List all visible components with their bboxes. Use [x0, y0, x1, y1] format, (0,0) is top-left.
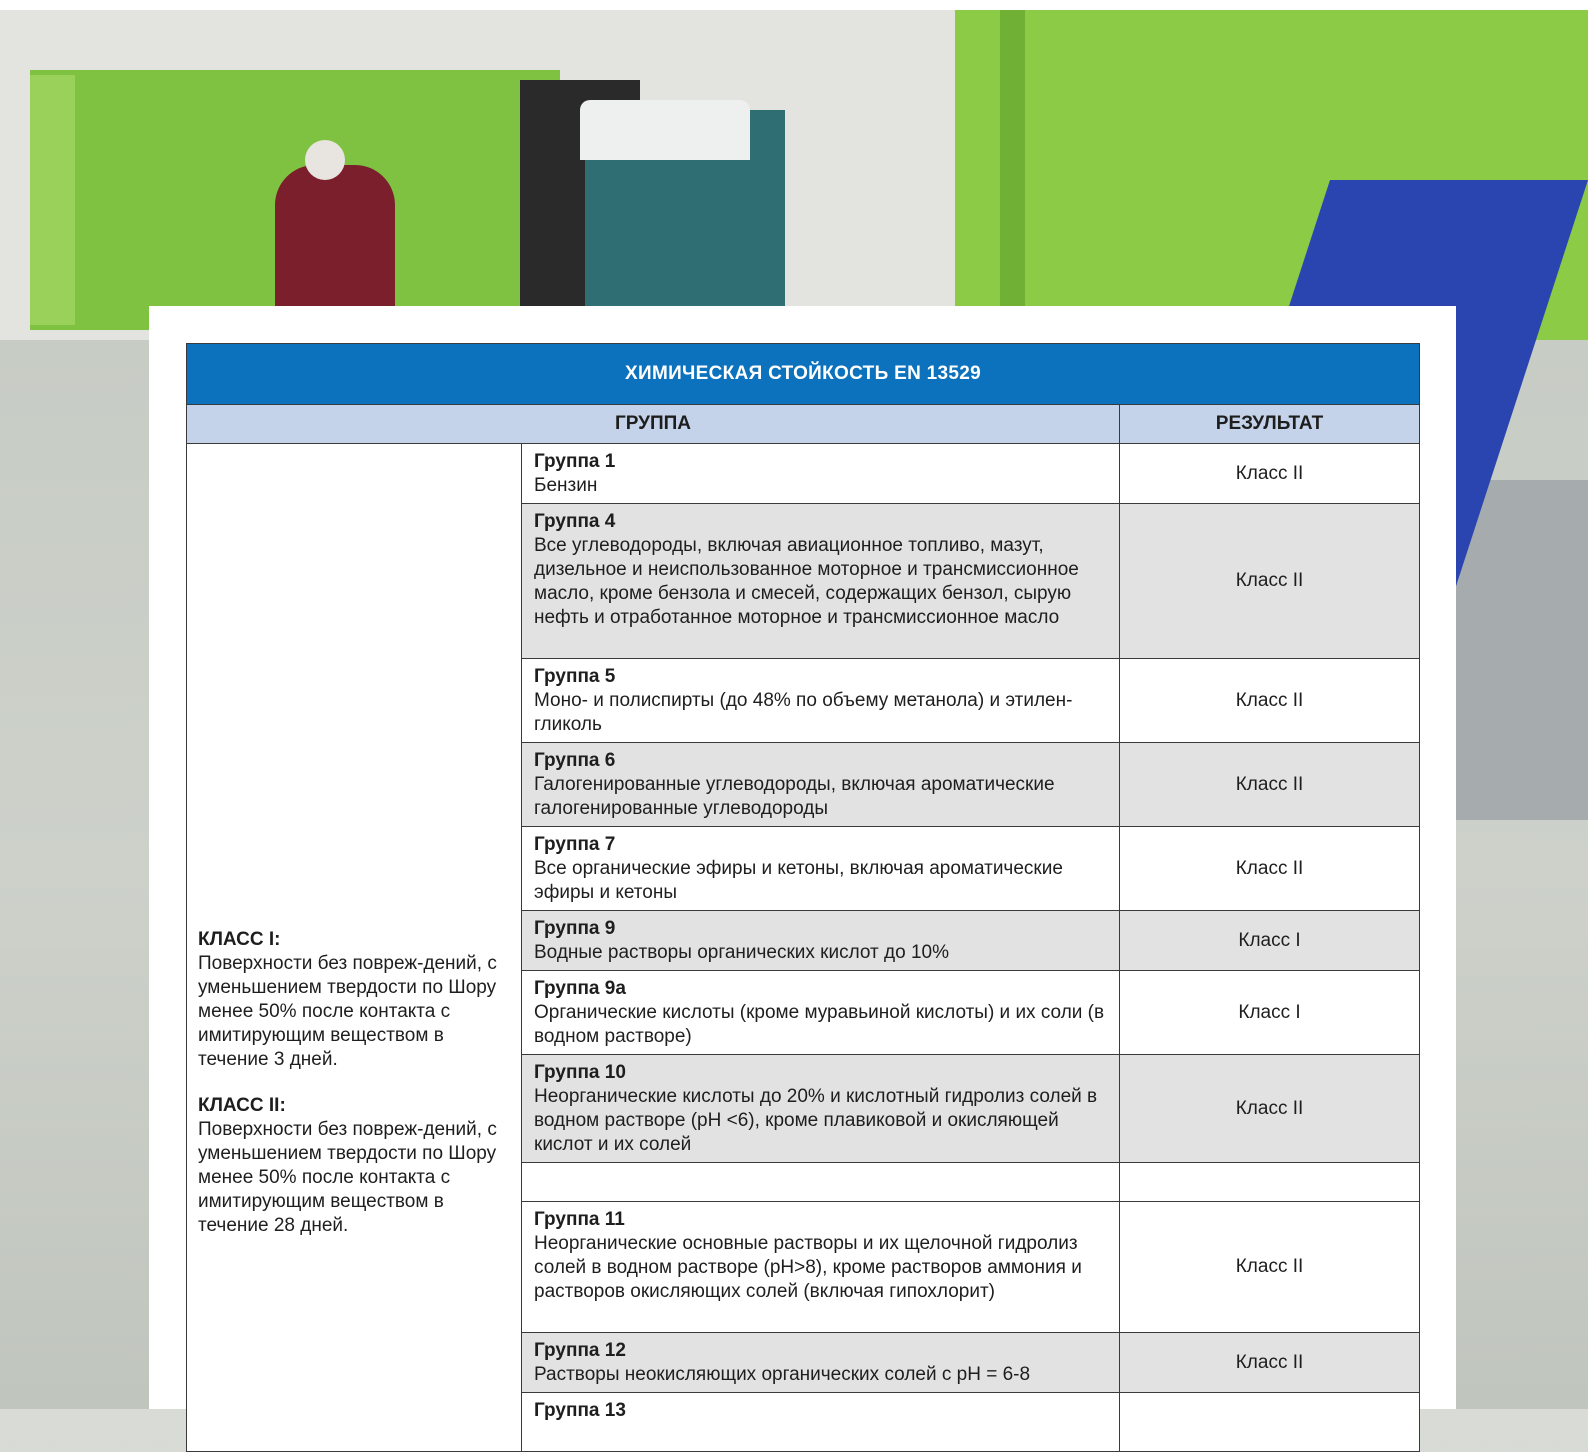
result-cell: Класс II — [1118, 1054, 1421, 1163]
column-header-result: РЕЗУЛЬТАТ — [1118, 404, 1421, 444]
group-desc: Водные растворы органических кислот до 1… — [534, 942, 949, 963]
table-row: Группа 5 Моно- и полиспирты (до 48% по о… — [521, 658, 1120, 743]
table-title: ХИМИЧЕСКАЯ СТОЙКОСТЬ EN 13529 — [185, 343, 1421, 405]
result-cell: Класс II — [1118, 1201, 1421, 1333]
group-desc: Бензин — [534, 475, 598, 496]
table-row: Группа 12 Растворы неокисляющих органиче… — [521, 1332, 1120, 1393]
group-name: Группа 7 — [534, 834, 616, 855]
class1-text: Поверхности без повреж-дений, с уменьшен… — [198, 952, 497, 1070]
class1-title: КЛАСС I: — [198, 928, 281, 950]
group-desc: Растворы неокисляющих органических солей… — [534, 1364, 1031, 1385]
group-desc: Органические кислоты (кроме муравьиной к… — [534, 1002, 1105, 1047]
result-cell: Класс II — [1118, 742, 1421, 827]
group-name: Группа 10 — [534, 1062, 626, 1083]
group-name: Группа 6 — [534, 750, 616, 771]
empty-cell — [521, 1162, 1120, 1202]
result-cell: Класс II — [1118, 443, 1421, 504]
table-row: Группа 11 Неорганические основные раство… — [521, 1201, 1120, 1333]
plastic-bag — [580, 100, 750, 160]
table-row: Группа 4 Все углеводороды, включая авиац… — [521, 503, 1120, 659]
worker-cap — [305, 140, 345, 180]
class2-text: Поверхности без повреж-дений, с уменьшен… — [198, 1118, 497, 1236]
result-cell: Класс II — [1118, 658, 1421, 743]
table-row: Группа 7 Все органические эфиры и кетоны… — [521, 826, 1120, 911]
table-row: Группа 1 Бензин — [521, 443, 1120, 504]
chemical-resistance-table: ХИМИЧЕСКАЯ СТОЙКОСТЬ EN 13529 ГРУППА РЕЗ… — [185, 343, 1421, 1452]
group-desc: Галогенированные углеводороды, включая а… — [534, 774, 1055, 819]
table-row: Группа 9a Органические кислоты (кроме му… — [521, 970, 1120, 1055]
result-cell: Класс I — [1118, 910, 1421, 971]
top-strip — [0, 0, 1588, 10]
table-row: Группа 6 Галогенированные углеводороды, … — [521, 742, 1120, 827]
green-machine-left-edge — [30, 75, 75, 325]
table-row: Группа 13 — [521, 1392, 1120, 1452]
result-cell: Класс I — [1118, 970, 1421, 1055]
group-name: Группа 9 — [534, 918, 616, 939]
group-desc: Все органические эфиры и кетоны, включая… — [534, 858, 1063, 903]
group-desc: Неорганические основные растворы и их ще… — [534, 1233, 1082, 1302]
result-cell — [1118, 1392, 1421, 1452]
group-name: Группа 5 — [534, 666, 616, 687]
group-name: Группа 11 — [534, 1209, 625, 1230]
group-name: Группа 13 — [534, 1400, 626, 1421]
group-desc: Неорганические кислоты до 20% и кислотны… — [534, 1086, 1098, 1155]
column-header-group: ГРУППА — [186, 404, 1120, 444]
empty-cell — [1118, 1162, 1421, 1202]
group-desc: Все углеводороды, включая авиационное то… — [534, 535, 1079, 628]
group-desc: Моно- и полиспирты (до 48% по объему мет… — [534, 690, 1073, 735]
result-cell: Класс II — [1118, 503, 1421, 659]
table-row: Группа 9 Водные растворы органических ки… — [521, 910, 1120, 971]
class2-title: КЛАСС II: — [198, 1094, 286, 1116]
table-row: Группа 10 Неорганические кислоты до 20% … — [521, 1054, 1120, 1163]
group-name: Группа 12 — [534, 1340, 626, 1361]
class-legend: КЛАСС I: Поверхности без повреж-дений, с… — [186, 443, 522, 1452]
group-name: Группа 4 — [534, 511, 616, 532]
group-name: Группа 9a — [534, 978, 626, 999]
green-machine-right-edge — [1000, 10, 1025, 340]
group-name: Группа 1 — [534, 451, 616, 472]
result-cell: Класс II — [1118, 1332, 1421, 1393]
result-cell: Класс II — [1118, 826, 1421, 911]
